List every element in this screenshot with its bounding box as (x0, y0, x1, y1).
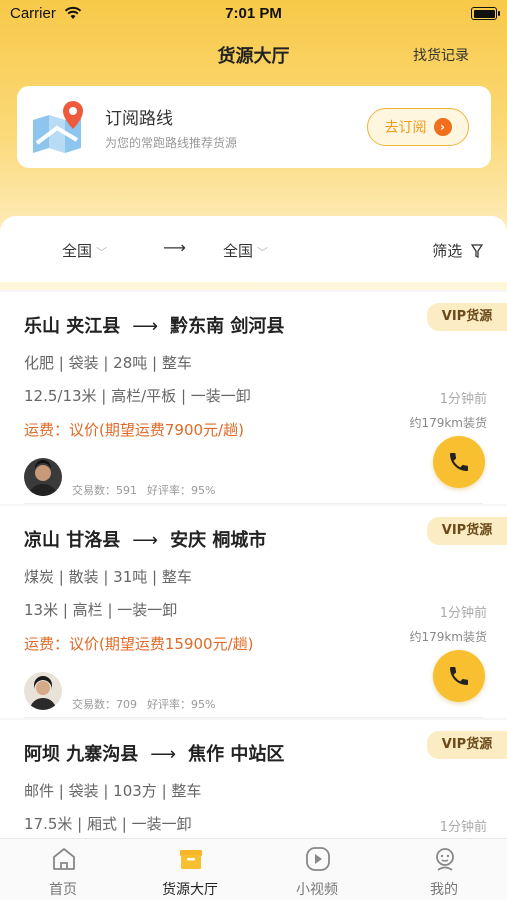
route-origin: 乐山 夹江县 (24, 316, 121, 337)
origin-label: 全国 (62, 242, 93, 260)
status-time: 7:01 PM (225, 5, 282, 22)
route-origin: 凉山 甘洛县 (24, 530, 121, 551)
vehicle-info: 13米 | 高栏 | 一装一卸 (24, 601, 178, 619)
freight-fee: 运费：议价(期望运费15900元/趟) (24, 635, 254, 653)
tab-profile[interactable]: 我的 (381, 839, 507, 900)
route: 凉山 甘洛县 ⟶ 安庆 桐城市 (24, 526, 266, 552)
tab-video[interactable]: 小视频 (254, 839, 380, 900)
destination-label: 全国 (223, 242, 254, 260)
tab-home[interactable]: 首页 (0, 839, 126, 900)
post-time: 1分钟前 (439, 392, 487, 407)
chevron-down-icon: ﹀ (96, 246, 108, 259)
trade-count: 交易数：591 (72, 484, 137, 497)
post-time: 1分钟前 (439, 820, 487, 835)
divider (24, 503, 483, 504)
post-time: 1分钟前 (439, 606, 487, 621)
tab-cargo-hall[interactable]: 货源大厅 (127, 839, 253, 900)
tab-label: 货源大厅 (162, 882, 218, 898)
avatar[interactable] (24, 672, 62, 710)
funnel-icon (471, 244, 483, 258)
rating: 好评率：95% (147, 484, 216, 497)
vehicle-info: 12.5/13米 | 高栏/平板 | 一装一卸 (24, 387, 251, 405)
phone-icon (450, 667, 468, 685)
pickup-distance: 约179km装货 (409, 630, 487, 644)
divider (24, 717, 483, 718)
route-arrow-icon: ⟶ (132, 316, 159, 337)
route-arrow-icon: ⟶ (150, 744, 177, 765)
avatar[interactable] (24, 458, 62, 496)
profile-icon (436, 848, 454, 871)
vip-badge: VIP货源 (427, 303, 507, 331)
filter-label: 筛选 (432, 242, 463, 260)
cargo-info: 邮件 | 袋装 | 103方 | 整车 (24, 782, 202, 800)
tab-label: 小视频 (296, 882, 338, 898)
vehicle-info: 17.5米 | 厢式 | 一装一卸 (24, 815, 192, 833)
subscribe-button-label: 去订阅 (384, 120, 427, 136)
pickup-distance: 约179km装货 (409, 416, 487, 430)
freight-fee: 运费：议价(期望运费7900元/趟) (24, 421, 244, 439)
subscribe-description: 为您的常跑路线推荐货源 (105, 136, 238, 150)
filter-button[interactable]: 筛选 (432, 240, 483, 261)
shipper-stats: 交易数：591 好评率：95% (72, 482, 225, 498)
route-destination: 焦作 中站区 (188, 744, 285, 765)
history-link[interactable]: 找货记录 (413, 45, 469, 65)
status-bar: Carrier 7:01 PM (0, 0, 507, 28)
route-destination: 黔东南 剑河县 (170, 316, 285, 337)
call-button[interactable] (433, 436, 485, 488)
video-icon (306, 847, 330, 871)
chevron-right-icon: › (433, 118, 452, 136)
cargo-card[interactable]: 凉山 甘洛县 ⟶ 安庆 桐城市 VIP货源 煤炭 | 散装 | 31吨 | 整车 1… (0, 506, 507, 718)
cargo-info: 煤炭 | 散装 | 31吨 | 整车 (24, 568, 192, 586)
cargo-box-icon (180, 850, 202, 869)
route-filter-bar: 全国 ﹀ ⟶ 全国 ﹀ 筛选 (0, 216, 507, 282)
route-arrow-icon: ⟶ (132, 530, 159, 551)
vip-badge: VIP货源 (427, 731, 507, 759)
phone-icon (450, 453, 468, 471)
subscribe-title: 订阅路线 (105, 109, 173, 129)
tab-bar: 首页 货源大厅 小视频 我的 (0, 838, 507, 900)
rating: 好评率：95% (147, 698, 216, 711)
route: 阿坝 九寨沟县 ⟶ 焦作 中站区 (24, 740, 284, 766)
subscribe-button[interactable]: 去订阅 › (367, 108, 469, 146)
route: 乐山 夹江县 ⟶ 黔东南 剑河县 (24, 312, 284, 338)
destination-selector[interactable]: 全国 ﹀ (223, 240, 268, 261)
subscribe-route-card[interactable]: 订阅路线 为您的常跑路线推荐货源 去订阅 › (17, 86, 491, 168)
tab-label: 首页 (49, 882, 77, 898)
home-icon (53, 848, 75, 870)
route-destination: 安庆 桐城市 (170, 530, 267, 551)
trade-count: 交易数：709 (72, 698, 137, 711)
shipper-stats: 交易数：709 好评率：95% (72, 696, 225, 712)
battery-icon (471, 7, 500, 20)
chevron-down-icon: ﹀ (257, 246, 269, 259)
route-arrow-icon: ⟶ (163, 238, 186, 257)
vip-badge: VIP货源 (427, 517, 507, 545)
cargo-info: 化肥 | 袋装 | 28吨 | 整车 (24, 354, 192, 372)
call-button[interactable] (433, 650, 485, 702)
route-origin: 阿坝 九寨沟县 (24, 744, 139, 765)
tab-label: 我的 (430, 882, 458, 898)
origin-selector[interactable]: 全国 ﹀ (62, 240, 107, 261)
map-pin-icon (33, 101, 83, 153)
cargo-card[interactable]: 乐山 夹江县 ⟶ 黔东南 剑河县 VIP货源 化肥 | 袋装 | 28吨 | 整车 … (0, 292, 507, 504)
